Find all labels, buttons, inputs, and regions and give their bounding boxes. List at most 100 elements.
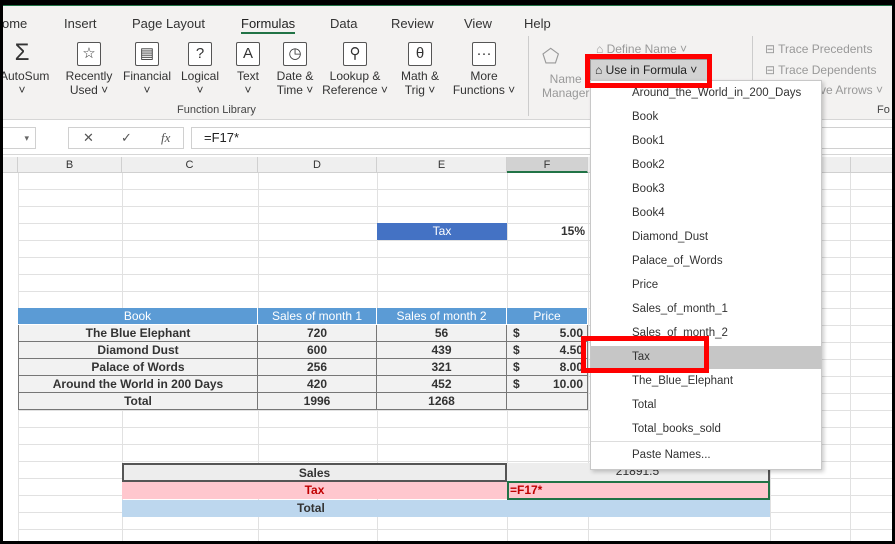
tab-data[interactable]: Data — [330, 16, 357, 31]
menu-item[interactable]: Book4 — [591, 202, 821, 225]
tab-insert[interactable]: Insert — [64, 16, 97, 31]
price-value: 5.00 — [559, 326, 583, 340]
tab-page-layout[interactable]: Page Layout — [132, 16, 205, 31]
price-value: 8.00 — [559, 360, 583, 374]
function-button-label: Math & — [400, 69, 439, 83]
column-header-d[interactable]: D — [258, 157, 377, 173]
tax-row-label[interactable]: Tax — [122, 482, 507, 499]
menu-item[interactable]: Palace_of_Words — [591, 250, 821, 273]
tax-rate-cell[interactable]: 15% — [507, 223, 585, 240]
function-button-label: Date & — [276, 69, 314, 83]
table-cell[interactable]: 56 — [377, 325, 507, 342]
tab-view[interactable]: View — [464, 16, 492, 31]
table-cell[interactable]: Palace of Words — [18, 359, 258, 376]
table-cell[interactable]: 321 — [377, 359, 507, 376]
table-cell[interactable]: Around the World in 200 Days — [18, 376, 258, 393]
insert-function-icon[interactable]: fx — [161, 130, 170, 146]
cancel-icon[interactable]: ✕ — [83, 130, 94, 146]
menu-item[interactable]: The_Blue_Elephant — [591, 370, 821, 393]
tax-label-cell[interactable]: Tax — [377, 223, 507, 240]
table-cell[interactable]: 256 — [258, 359, 377, 376]
price-cell[interactable]: $4.50 — [507, 342, 588, 359]
function-button-label: AutoSum — [0, 69, 50, 83]
menu-item[interactable]: Total_books_sold — [591, 418, 821, 441]
table-cell[interactable]: 420 — [258, 376, 377, 393]
total-row[interactable]: Total — [122, 500, 770, 517]
table-cell[interactable]: Diamond Dust — [18, 342, 258, 359]
menu-item[interactable]: Book — [591, 106, 821, 129]
table-header[interactable]: Sales of month 2 — [377, 308, 507, 325]
function-button-lookup[interactable]: ⚲ Lookup & Reference ˅ — [316, 42, 394, 97]
menu-item[interactable]: Price — [591, 274, 821, 297]
table-cell[interactable]: 720 — [258, 325, 377, 342]
table-cell[interactable]: 439 — [377, 342, 507, 359]
function-button-recently[interactable]: ☆ Recently Used ˅ — [58, 42, 120, 97]
name-manager-label-1: Name — [549, 72, 582, 86]
total-cell[interactable]: Total — [18, 393, 258, 410]
formula-auditing-label: Fo — [877, 104, 890, 116]
price-value: 10.00 — [552, 377, 583, 391]
highlight-box-use-in-formula — [585, 54, 712, 88]
column-header-c[interactable]: C — [122, 157, 258, 173]
currency-symbol: $ — [513, 343, 520, 357]
function-button-sublabel: ˅ — [244, 83, 252, 97]
menu-item[interactable]: Diamond_Dust — [591, 226, 821, 249]
function-button-more[interactable]: ··· More Functions ˅ — [445, 42, 523, 97]
function-button-financial[interactable]: ▤ Financial ˅ — [115, 42, 179, 97]
table-header[interactable]: Sales of month 1 — [258, 308, 377, 325]
currency-symbol: $ — [513, 377, 520, 391]
function-button-text[interactable]: A Text ˅ — [230, 42, 266, 97]
tax-formula-cell[interactable]: =F17* — [507, 481, 770, 500]
price-cell[interactable]: $8.00 — [507, 359, 588, 376]
currency-symbol: $ — [513, 360, 520, 374]
text-icon: A — [236, 42, 260, 66]
tab-help[interactable]: Help — [524, 16, 551, 31]
paste-names-item[interactable]: Paste Names... — [591, 444, 821, 467]
column-header-e[interactable]: E — [377, 157, 507, 173]
enter-icon[interactable]: ✓ — [121, 130, 132, 146]
use-in-formula-menu: Paste Names... Around_the_World_in_200_D… — [590, 80, 822, 470]
function-button-sublabel: ˅ — [18, 83, 26, 97]
theta-icon: θ — [408, 42, 432, 66]
trace-precedents-label: Trace Precedents — [778, 42, 873, 56]
table-cell[interactable]: 600 — [258, 342, 377, 359]
tab-formulas[interactable]: Formulas — [241, 16, 296, 34]
price-value: 4.50 — [559, 343, 583, 357]
menu-item[interactable]: Book1 — [591, 130, 821, 153]
remove-arrows-button[interactable]: ve Arrows ˅ — [820, 83, 883, 97]
trace-dependents-button[interactable]: ⊟ Trace Dependents — [765, 63, 876, 77]
sigma-icon: Σ — [14, 39, 30, 66]
name-box[interactable]: ▾ — [0, 127, 36, 149]
table-header[interactable]: Book — [18, 308, 258, 325]
column-header-b[interactable]: B — [18, 157, 122, 173]
price-cell[interactable]: $10.00 — [507, 376, 588, 393]
tab-review[interactable]: Review — [391, 16, 434, 31]
table-cell[interactable]: The Blue Elephant — [18, 325, 258, 342]
function-button-sublabel: Trig ˅ — [404, 83, 436, 97]
trace-precedents-button[interactable]: ⊟ Trace Precedents — [765, 42, 872, 56]
total-cell[interactable]: 1996 — [258, 393, 377, 410]
function-button-sublabel: Used ˅ — [69, 83, 109, 97]
lookup-icon: ⚲ — [343, 42, 367, 66]
function-button-label: More — [470, 69, 498, 83]
tab-home[interactable]: ome — [2, 16, 27, 31]
function-button-logical[interactable]: ? Logical ˅ — [172, 42, 228, 97]
table-cell[interactable]: 452 — [377, 376, 507, 393]
function-library-label: Function Library — [177, 104, 256, 116]
column-header-f[interactable]: F — [507, 157, 588, 173]
function-button-autosum[interactable]: Σ AutoSum ˅ — [0, 39, 49, 98]
name-manager-button[interactable]: Name Manager — [542, 72, 589, 100]
price-cell[interactable]: $5.00 — [507, 325, 588, 342]
sales-label-cell[interactable]: Sales — [122, 463, 507, 482]
table-header[interactable]: Price — [507, 308, 588, 325]
total-cell[interactable]: 1268 — [377, 393, 507, 410]
formula-controls: ✕ ✓ fx — [68, 127, 184, 149]
menu-item[interactable]: Total — [591, 394, 821, 417]
menu-item[interactable]: Book3 — [591, 178, 821, 201]
menu-item[interactable]: Book2 — [591, 154, 821, 177]
total-cell-empty[interactable] — [507, 393, 588, 410]
function-button-math[interactable]: θ Math & Trig ˅ — [390, 42, 450, 97]
function-button-label: Logical — [180, 69, 220, 83]
function-button-date[interactable]: ◷ Date & Time ˅ — [268, 42, 322, 97]
menu-item[interactable]: Sales_of_month_1 — [591, 298, 821, 321]
